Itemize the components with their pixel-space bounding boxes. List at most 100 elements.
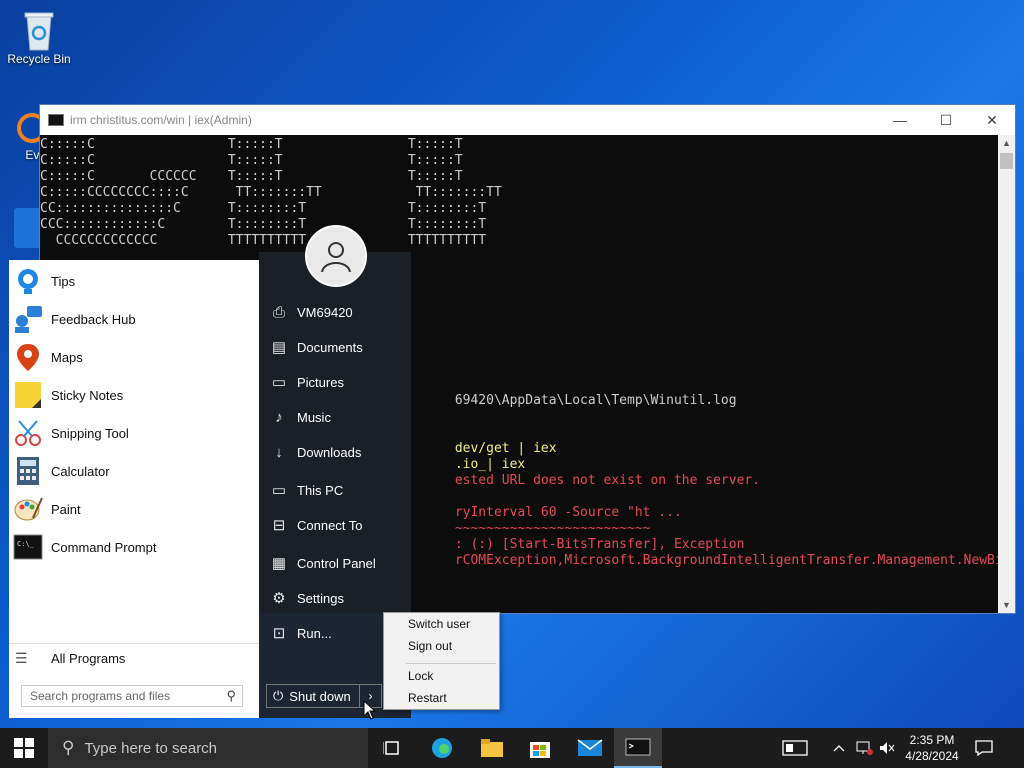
console-line: CCCCCCCCCCCCC TTTTTTTTTT TTTTTTTTTT	[40, 233, 487, 248]
taskbar-mail[interactable]	[566, 728, 614, 768]
start-place-documents[interactable]: ▤ Documents	[268, 332, 408, 362]
shut-down-button[interactable]: ⏻ Shut down	[266, 684, 360, 708]
start-place-vm69420[interactable]: ⎙ VM69420	[268, 297, 408, 327]
start-place-label: Run...	[297, 625, 332, 641]
mail-icon	[577, 739, 603, 756]
program-item-paint[interactable]: Paint	[9, 490, 259, 528]
settings-icon: ⚙	[272, 590, 286, 607]
news-widget-icon[interactable]	[782, 728, 808, 768]
console-icon	[625, 738, 651, 756]
menu-item-lock[interactable]: Lock	[408, 666, 433, 686]
start-place-label: Pictures	[297, 374, 344, 390]
store-icon	[530, 742, 550, 758]
taskbar-store[interactable]	[516, 728, 564, 768]
scroll-up-arrow-icon[interactable]: ▲	[998, 135, 1015, 151]
start-place-this-pc[interactable]: ▭ This PC	[268, 475, 408, 505]
user-folder-icon: ⎙	[272, 303, 285, 321]
search-icon: ⚲	[226, 688, 236, 703]
network-icon[interactable]	[856, 728, 874, 768]
mouse-cursor-icon	[363, 700, 377, 720]
program-item-snipping-tool[interactable]: Snipping Tool	[9, 414, 259, 452]
shut-down-label: Shut down	[289, 688, 351, 704]
desktop-shortcut-icon[interactable]	[14, 208, 42, 248]
this-pc-icon: ▭	[271, 482, 287, 499]
menu-item-restart[interactable]: Restart	[408, 688, 447, 708]
all-programs-button[interactable]: ☰ All Programs	[9, 643, 259, 673]
start-place-music[interactable]: ♪ Music	[268, 402, 408, 432]
clock-date: 4/28/2024	[905, 749, 959, 763]
start-place-label: Control Panel	[297, 555, 376, 571]
chevron-up-icon[interactable]	[832, 728, 846, 768]
program-item-command-prompt[interactable]: C:\_ Command Prompt	[9, 528, 259, 566]
calculator-icon	[13, 456, 43, 486]
power-icon: ⏻	[273, 688, 284, 703]
taskbar-search-box[interactable]: ⚲ Type here to search	[48, 728, 368, 768]
maps-icon	[13, 342, 43, 372]
program-label: Command Prompt	[51, 539, 157, 555]
menu-item-sign-out[interactable]: Sign out	[408, 636, 452, 656]
program-item-calculator[interactable]: Calculator	[9, 452, 259, 490]
action-center-icon[interactable]	[974, 728, 994, 768]
volume-muted-icon[interactable]	[878, 728, 896, 768]
start-place-label: Music	[297, 409, 331, 425]
program-label: Calculator	[51, 463, 110, 479]
start-menu-programs-panel: Tips Feedback Hub Maps Sticky Notes Snipping…	[9, 260, 259, 718]
program-label: Sticky Notes	[51, 387, 124, 403]
menu-item-switch-user[interactable]: Switch user	[408, 614, 470, 634]
program-label: Paint	[51, 501, 81, 517]
program-label: Tips	[51, 273, 76, 289]
edge-icon	[432, 738, 452, 758]
folder-icon	[481, 739, 503, 757]
menu-separator	[406, 663, 496, 664]
recycle-bin-icon	[19, 8, 59, 51]
program-item-tips[interactable]: Tips	[9, 262, 259, 300]
clock-time: 2:35 PM	[909, 733, 955, 747]
start-place-pictures[interactable]: ▭ Pictures	[268, 367, 408, 397]
program-item-sticky-notes[interactable]: Sticky Notes	[9, 376, 259, 414]
user-icon	[321, 242, 351, 273]
start-place-label: Documents	[297, 339, 363, 355]
snipping-tool-icon	[13, 418, 43, 448]
start-place-settings[interactable]: ⚙ Settings	[268, 583, 408, 613]
console-titlebar[interactable]: irm christitus.com/win | iex(Admin) — ☐ …	[40, 105, 1015, 135]
sticky-notes-icon	[13, 380, 43, 410]
console-app-icon	[48, 114, 64, 126]
maximize-button[interactable]: ☐	[923, 105, 969, 135]
feedback-hub-icon	[13, 304, 43, 334]
start-place-label: This PC	[297, 482, 344, 498]
program-label: Feedback Hub	[51, 311, 136, 327]
taskbar-console[interactable]	[614, 728, 662, 768]
start-place-connect-to[interactable]: ⊟ Connect To	[268, 510, 408, 540]
task-view-button[interactable]	[368, 728, 416, 768]
console-line: C:::::C T:::::T T:::::T	[40, 137, 463, 152]
documents-icon: ▤	[271, 339, 287, 356]
close-button[interactable]: ✕	[969, 105, 1015, 135]
taskbar-file-explorer[interactable]	[468, 728, 516, 768]
scroll-down-arrow-icon[interactable]: ▼	[998, 597, 1015, 613]
scroll-thumb[interactable]	[1000, 153, 1013, 169]
console-line: C:::::C CCCCCC T:::::T T:::::T	[40, 169, 463, 184]
power-options-menu: Switch user Sign out Lock Restart	[383, 612, 500, 710]
minimize-button[interactable]: —	[877, 105, 923, 135]
start-button[interactable]	[0, 728, 48, 768]
windows-logo-icon	[14, 738, 34, 758]
tips-icon	[13, 266, 43, 296]
program-item-feedback-hub[interactable]: Feedback Hub	[9, 300, 259, 338]
start-place-label: Downloads	[297, 444, 362, 460]
start-search-input[interactable]: Search programs and files ⚲	[21, 685, 243, 707]
program-label: Maps	[51, 349, 83, 365]
desktop-icon-label: Recycle Bin	[7, 52, 71, 66]
system-clock[interactable]: 2:35 PM 4/28/2024	[896, 732, 968, 764]
program-item-maps[interactable]: Maps	[9, 338, 259, 376]
taskbar-edge[interactable]	[418, 728, 466, 768]
user-avatar[interactable]	[305, 225, 367, 287]
start-search-placeholder: Search programs and files	[30, 689, 171, 703]
start-place-label: Connect To	[297, 517, 363, 533]
console-scrollbar[interactable]: ▲ ▼	[998, 135, 1015, 613]
desktop-icon-recycle-bin[interactable]: Recycle Bin	[0, 8, 78, 66]
search-icon: ⚲	[62, 738, 75, 757]
start-place-downloads[interactable]: ↓ Downloads	[268, 437, 408, 467]
pictures-icon: ▭	[271, 374, 287, 391]
console-title: irm christitus.com/win | iex(Admin)	[70, 113, 252, 127]
start-place-control-panel[interactable]: ▦ Control Panel	[268, 548, 408, 578]
